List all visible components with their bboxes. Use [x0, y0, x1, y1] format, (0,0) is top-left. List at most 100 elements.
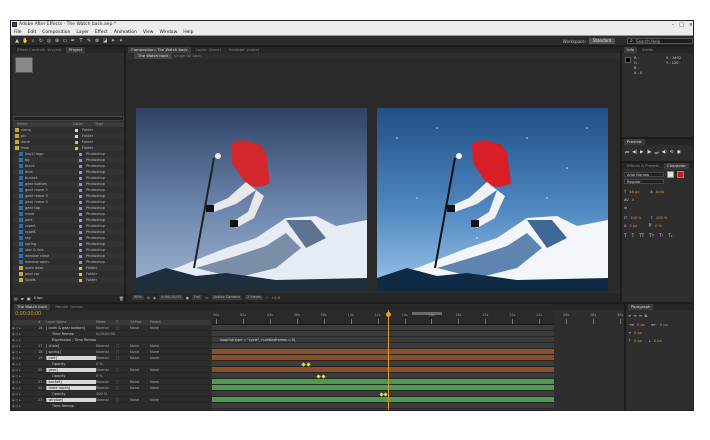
layer-parent[interactable]: None: [150, 386, 170, 390]
label-color-swatch[interactable]: [79, 248, 82, 252]
align-left-icon[interactable]: ≡: [628, 313, 631, 318]
camera-snapshot-icon[interactable]: ◉: [153, 296, 156, 300]
label-color-swatch[interactable]: [79, 170, 82, 174]
preserve-transparency-toggle[interactable]: □: [116, 380, 130, 384]
trash-icon[interactable]: 🗑: [119, 296, 124, 301]
menu-edit[interactable]: Edit: [28, 29, 37, 35]
label-color-swatch[interactable]: [79, 254, 82, 258]
layer-parent[interactable]: None: [150, 356, 170, 360]
layer-mode[interactable]: Normal: [96, 386, 116, 390]
align-right-icon[interactable]: ≡: [639, 313, 642, 318]
selection-tool-icon[interactable]: ▲: [14, 38, 20, 44]
layer-name[interactable]: Opacity: [46, 392, 96, 396]
layer-switches[interactable]: ◉ ◎ ▸: [12, 326, 38, 330]
current-time-indicator-head[interactable]: [386, 312, 391, 317]
property-value[interactable]: 0;00;00;00: [96, 332, 116, 336]
layer-switches[interactable]: ◉ ◎ ▸: [12, 398, 38, 402]
faux-italic-button[interactable]: T: [632, 233, 635, 238]
layer-switches[interactable]: ◉ ◎ ▸: [12, 404, 38, 408]
label-color-swatch[interactable]: [79, 200, 82, 204]
layer-trkmat[interactable]: None: [130, 368, 150, 372]
menu-animation[interactable]: Animation: [114, 29, 137, 35]
preserve-transparency-toggle[interactable]: □: [116, 356, 130, 360]
label-color-swatch[interactable]: [79, 158, 82, 162]
label-color-swatch[interactable]: [79, 260, 82, 264]
current-time-display[interactable]: 0;00;00;00: [159, 295, 183, 300]
label-color-swatch[interactable]: [79, 176, 82, 180]
tab-effects-presets[interactable]: Effects & Presets: [624, 163, 662, 169]
horizontal-scale-value[interactable]: 100 %: [656, 216, 667, 220]
next-frame-icon[interactable]: |▶: [647, 150, 652, 156]
keyframe-icon[interactable]: [321, 373, 326, 379]
text-tool-icon[interactable]: T: [78, 38, 84, 44]
label-color-swatch[interactable]: [75, 146, 78, 150]
layer-parent[interactable]: None: [150, 368, 170, 372]
audio-icon[interactable]: ◀): [662, 150, 667, 156]
search-help-field[interactable]: ⌕ Search Help: [627, 38, 693, 44]
tab-effect-controls[interactable]: Effect Controls: sky.psd: [14, 47, 64, 53]
fast-preview-icon[interactable]: ⚡: [266, 296, 269, 300]
layer-switches[interactable]: ◉ ◎ ▸: [12, 362, 38, 366]
work-area-bar[interactable]: [412, 312, 442, 315]
zoom-dropdown[interactable]: 50%: [132, 295, 144, 300]
camera-tool-icon[interactable]: ◎: [46, 38, 52, 44]
fill-color-swatch[interactable]: [667, 171, 674, 178]
layer-switches[interactable]: ◉ ◎ ▸: [12, 386, 38, 390]
current-time-indicator[interactable]: [388, 310, 389, 410]
label-color-swatch[interactable]: [79, 266, 82, 270]
tab-footage[interactable]: Footage: (none): [226, 47, 262, 53]
stroke-color-swatch[interactable]: [677, 171, 684, 178]
indent-left-value[interactable]: 0 px: [637, 323, 645, 327]
indent-right-value[interactable]: 0 px: [660, 323, 668, 327]
views-dropdown[interactable]: 2 Views: [244, 295, 263, 300]
expression-text[interactable]: loopOut(type = "cycle", numKeyframes = 0…: [220, 409, 295, 410]
mask-tool-icon[interactable]: ▭: [62, 38, 68, 44]
pen-tool-icon[interactable]: ✒: [70, 38, 76, 44]
tab-character[interactable]: Character: [664, 163, 689, 169]
layer-trkmat[interactable]: None: [130, 350, 150, 354]
label-color-swatch[interactable]: [79, 224, 82, 228]
zoom-tool-icon[interactable]: ⌕: [30, 38, 36, 44]
tracking-value[interactable]: 0: [632, 198, 634, 202]
resolution-dropdown[interactable]: Full: [191, 295, 203, 300]
region-icon[interactable]: ▭: [205, 296, 208, 300]
label-color-swatch[interactable]: [79, 152, 82, 156]
menu-effect[interactable]: Effect: [95, 29, 108, 35]
menu-composition[interactable]: Composition: [42, 29, 70, 35]
close-button[interactable]: ×: [689, 21, 693, 29]
label-color-swatch[interactable]: [79, 242, 82, 246]
all-caps-button[interactable]: TT: [639, 233, 644, 238]
layer-trkmat[interactable]: None: [130, 344, 150, 348]
layer-name[interactable]: Time Remap: [46, 332, 96, 336]
layer-switches[interactable]: ◉ ◎ ▸: [12, 410, 38, 411]
roto-brush-tool-icon[interactable]: ✦: [110, 38, 116, 44]
layer-name[interactable]: Opacity: [46, 362, 96, 366]
label-color-swatch[interactable]: [79, 164, 82, 168]
puppet-tool-icon[interactable]: ✶: [118, 38, 124, 44]
label-color-swatch[interactable]: [79, 212, 82, 216]
camera-dropdown[interactable]: Active Camera: [211, 295, 242, 300]
clone-tool-icon[interactable]: ⊗: [94, 38, 100, 44]
property-row[interactable]: ◉ ◎ ▸ Expression : Time Remap: [12, 409, 211, 411]
font-family-dropdown[interactable]: Arial Narrow: [624, 172, 664, 177]
timeline-timecode[interactable]: 0;00;00;00: [15, 312, 41, 317]
label-color-swatch[interactable]: [79, 272, 82, 276]
label-color-swatch[interactable]: [79, 206, 82, 210]
layer-name[interactable]: [ spring]: [46, 350, 96, 354]
label-color-swatch[interactable]: [75, 140, 78, 144]
minimize-button[interactable]: –: [672, 21, 675, 29]
label-color-swatch[interactable]: [79, 236, 82, 240]
menu-file[interactable]: File: [14, 29, 22, 35]
layer-mode[interactable]: Normal: [96, 326, 116, 330]
workspace-dropdown[interactable]: Standard: [589, 38, 615, 44]
preserve-transparency-toggle[interactable]: □: [116, 368, 130, 372]
layer-switches[interactable]: ◉ ◎ ▸: [12, 332, 38, 336]
layer-duration-bar[interactable]: loopOut(type = "cycle", numKeyframes = 0…: [212, 409, 554, 410]
layer-name[interactable]: [ more ropeA]: [46, 385, 96, 390]
layer-name[interactable]: [ window]: [46, 397, 96, 402]
layer-mode[interactable]: Normal: [96, 398, 116, 402]
menu-window[interactable]: Window: [160, 29, 178, 35]
layer-switches[interactable]: ◉ ◎ ▸: [12, 356, 38, 360]
align-center-icon[interactable]: ≡: [633, 313, 636, 318]
layer-mode[interactable]: Normal: [96, 356, 116, 360]
